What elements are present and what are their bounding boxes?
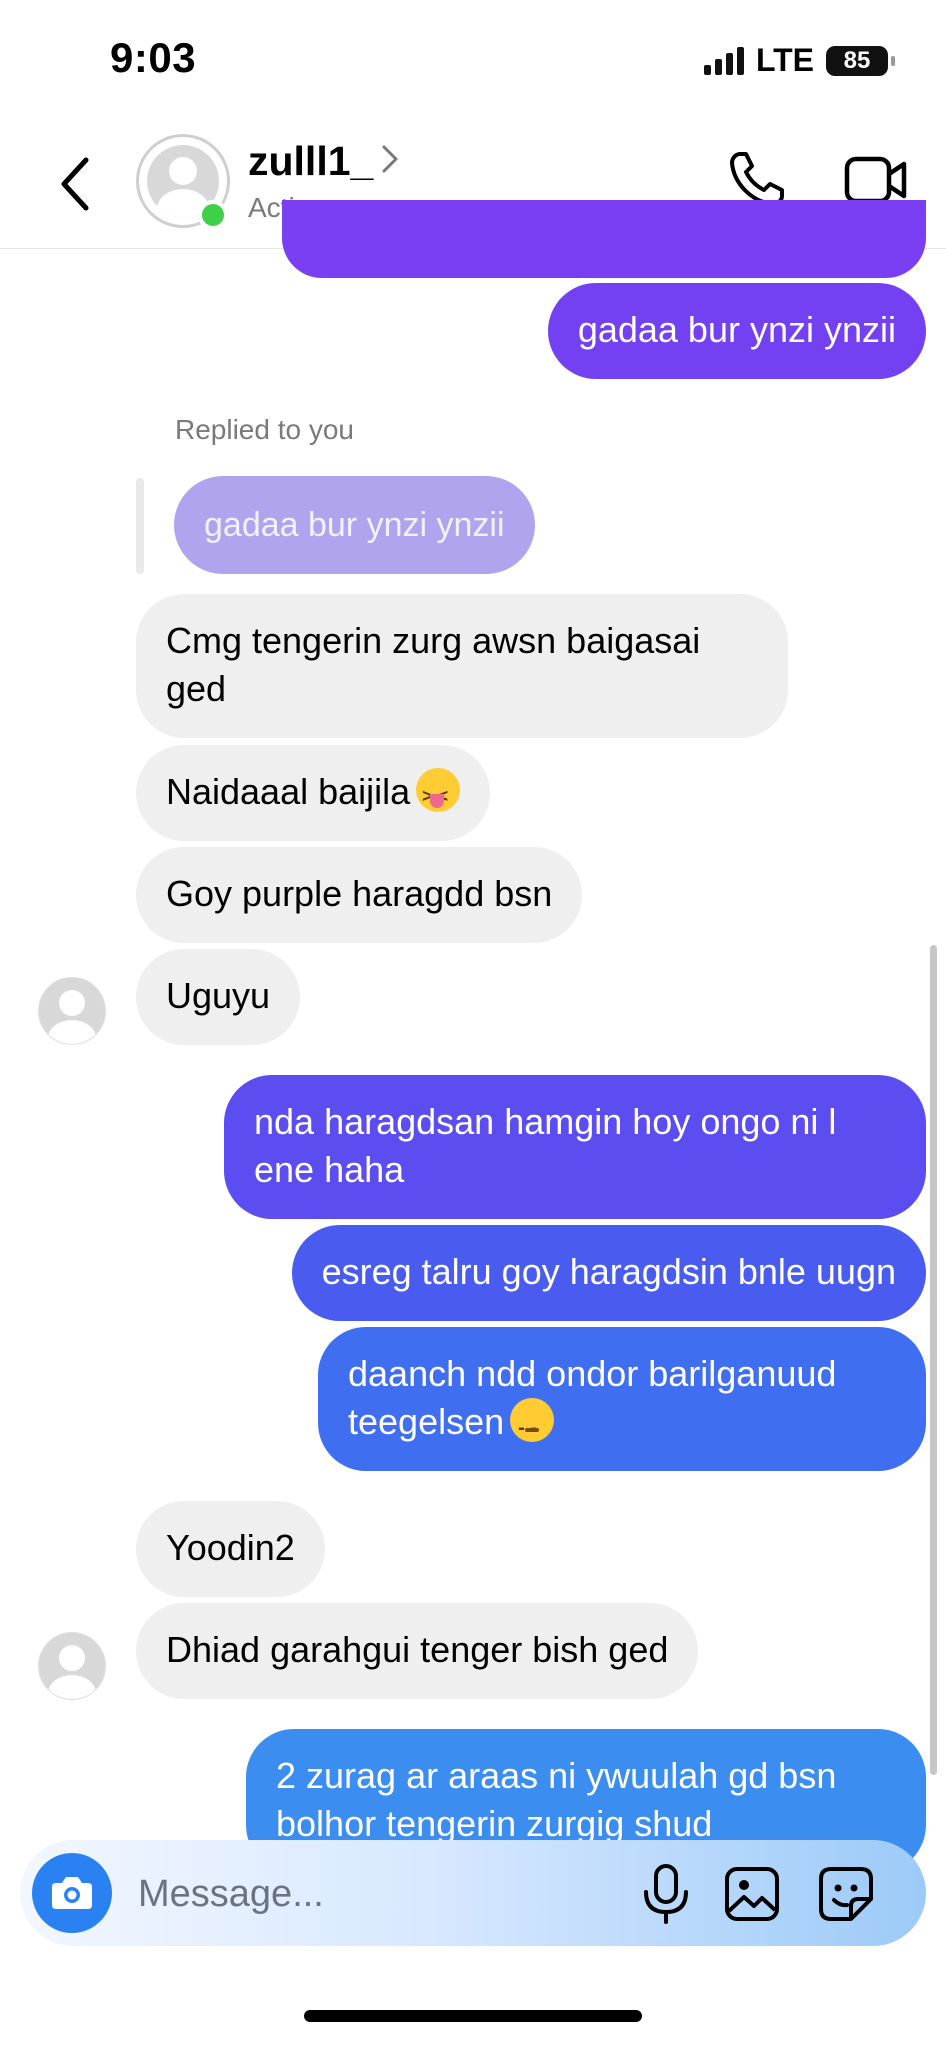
microphone-icon xyxy=(644,1864,688,1924)
online-status-dot xyxy=(198,200,228,230)
back-button[interactable] xyxy=(52,154,102,214)
outgoing-message[interactable]: gadaa bur ynzi ynzii xyxy=(547,283,926,379)
message-composer xyxy=(20,1840,926,1946)
sender-avatar[interactable] xyxy=(38,1632,106,1700)
sticker-button[interactable] xyxy=(816,1864,876,1924)
incoming-message[interactable]: Naidaaal baijila xyxy=(136,745,491,841)
gallery-button[interactable] xyxy=(722,1864,782,1924)
signal-icon xyxy=(703,46,744,75)
outgoing-message[interactable]: nda haragdsan hamgin hoy ongo ni l ene h… xyxy=(224,1075,926,1219)
voice-message-button[interactable] xyxy=(636,1862,696,1926)
chevron-right-icon[interactable] xyxy=(378,142,402,181)
home-indicator xyxy=(304,2010,642,2022)
battery-icon: 85 xyxy=(826,45,895,76)
video-call-button[interactable] xyxy=(844,154,908,206)
incoming-message[interactable]: Dhiad garahgui tenger bish ged xyxy=(136,1603,699,1699)
scrollbar-thumb[interactable] xyxy=(930,945,937,1775)
message-text: daanch ndd ondor barilganuud teegelsen xyxy=(348,1353,837,1442)
incoming-message[interactable]: Yoodin2 xyxy=(136,1501,325,1597)
message-input[interactable] xyxy=(136,1860,620,1928)
sticker-icon xyxy=(819,1867,873,1921)
video-call-icon xyxy=(844,156,907,204)
quoted-message[interactable]: gadaa bur ynzi ynzii xyxy=(174,476,535,574)
incoming-message[interactable]: Cmg tengerin zurg awsn baigasai ged xyxy=(136,594,788,738)
status-indicators: LTE 85 xyxy=(703,42,895,79)
contact-username[interactable]: zulll1_ xyxy=(248,138,373,185)
outgoing-message[interactable]: daanch ndd ondor barilganuud teegelsen xyxy=(318,1327,926,1471)
incoming-message[interactable]: Goy purple haragdd bsn xyxy=(136,847,583,943)
replied-to-you-label: Replied to you xyxy=(175,414,355,445)
sender-avatar[interactable] xyxy=(38,977,106,1045)
camera-button[interactable] xyxy=(32,1853,112,1933)
outgoing-message-partial[interactable] xyxy=(282,200,926,278)
incoming-message[interactable]: Uguyu xyxy=(136,949,301,1045)
network-label: LTE xyxy=(755,42,814,78)
squinting-tongue-emoji-icon xyxy=(416,768,461,820)
gallery-icon xyxy=(725,1867,779,1921)
status-time: 9:03 xyxy=(110,34,197,81)
message-text: Naidaaal baijila xyxy=(166,771,411,812)
reply-indicator-bar xyxy=(136,478,144,574)
camera-icon xyxy=(52,1877,92,1909)
back-chevron-icon xyxy=(61,157,89,211)
pensive-emoji-icon xyxy=(510,1398,555,1452)
outgoing-message[interactable]: esreg talru goy haragdsin bnle uugn xyxy=(291,1225,926,1321)
